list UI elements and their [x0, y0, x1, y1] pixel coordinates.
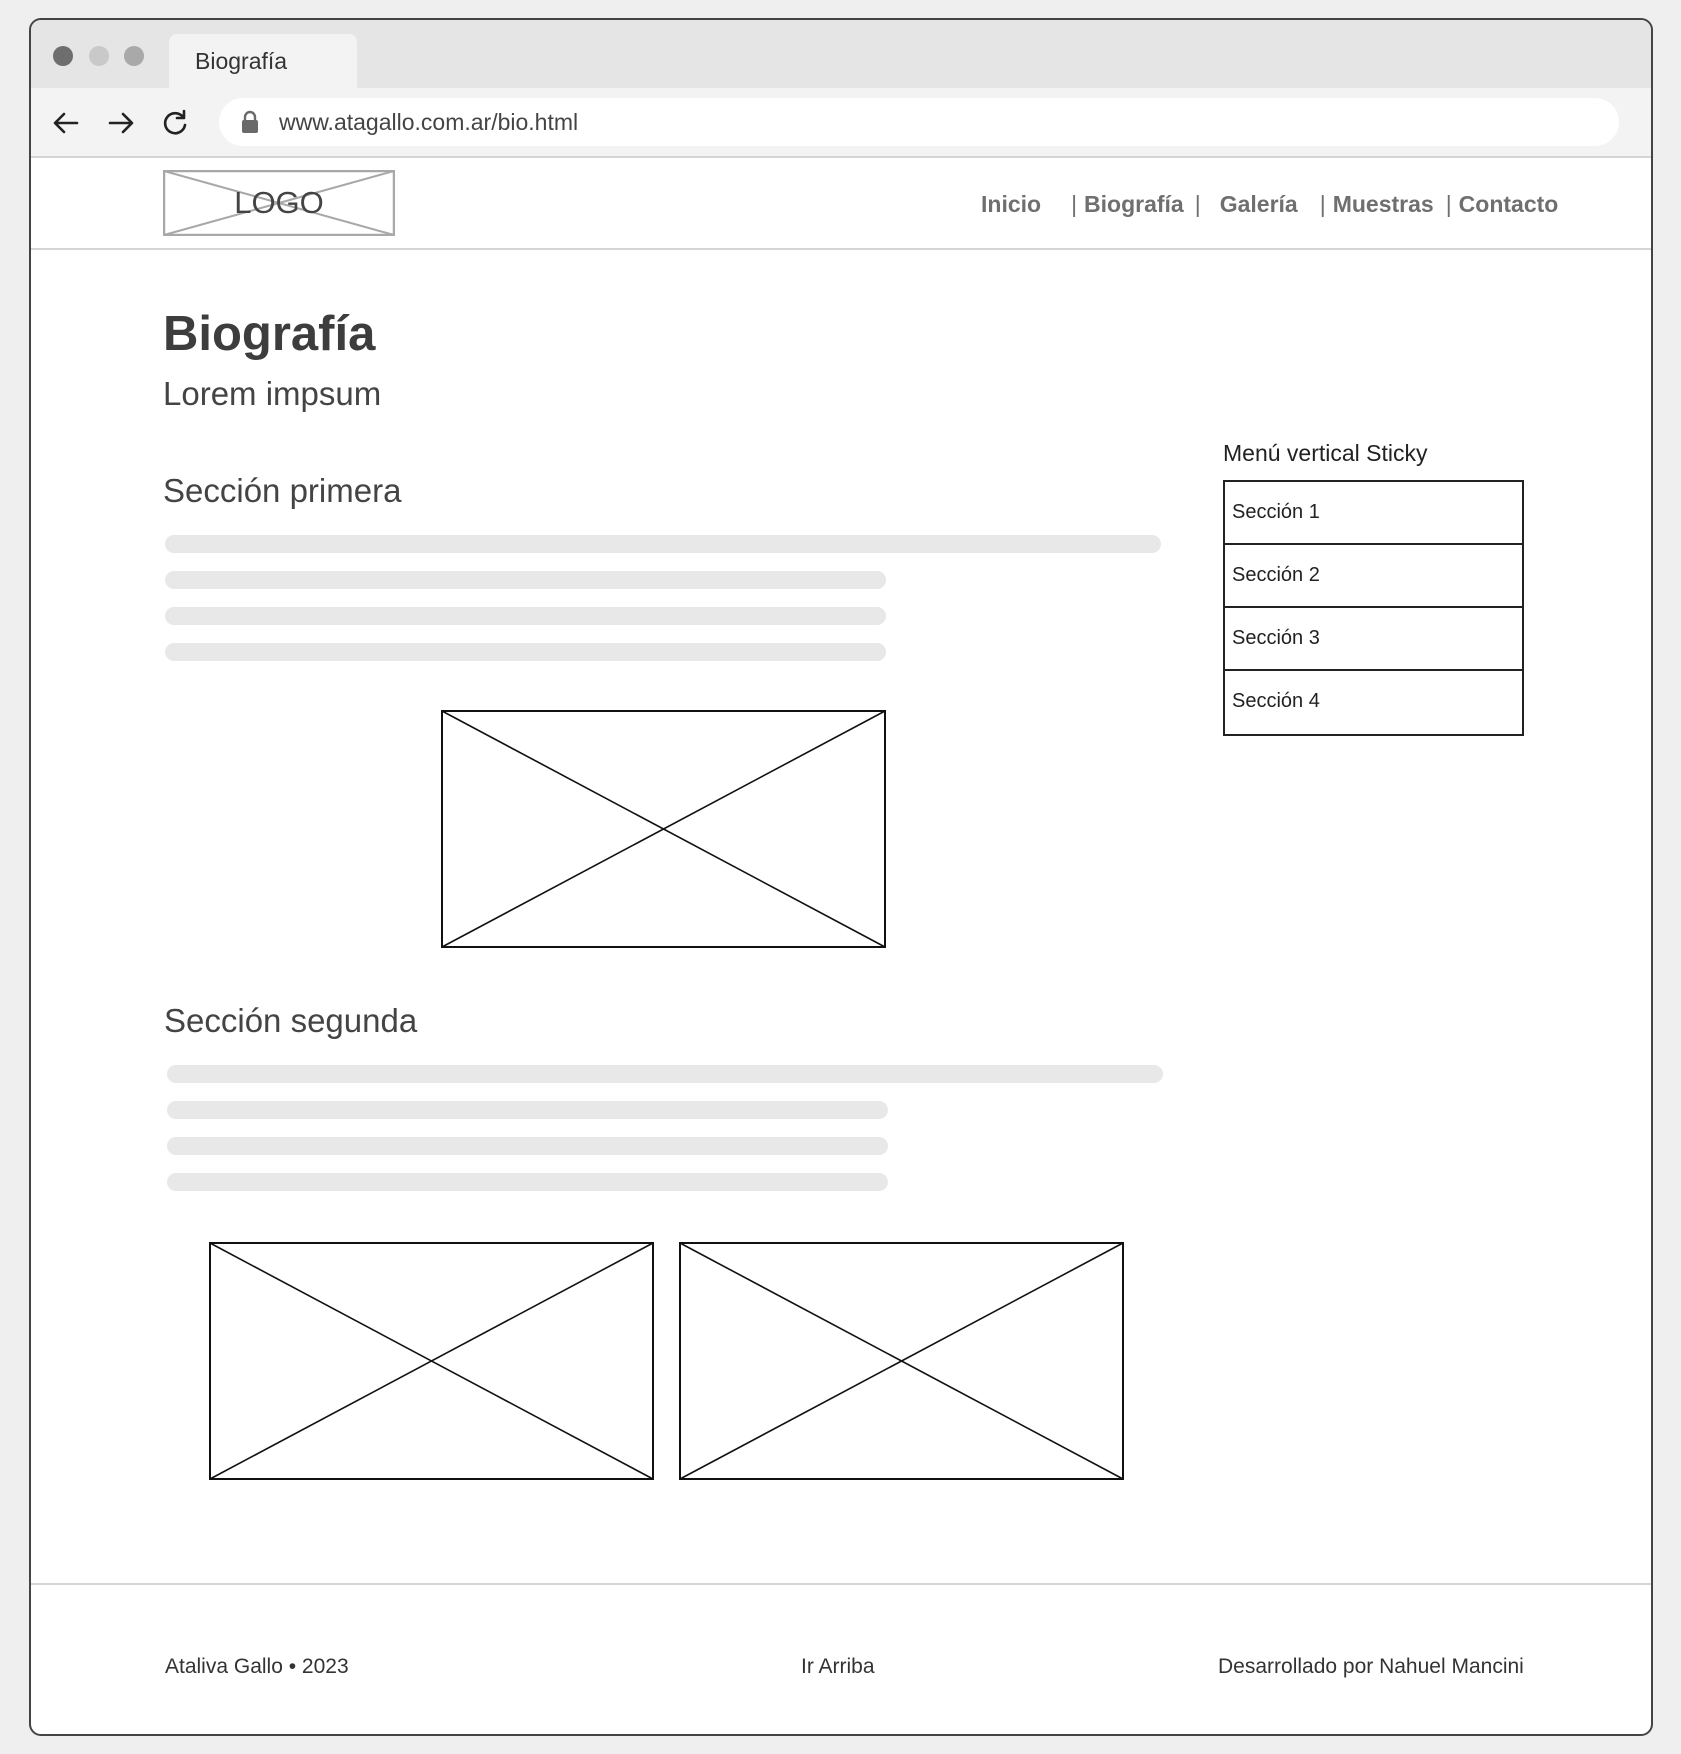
site-nav: Inicio | Biografía | Galería | Muestras … — [981, 184, 1558, 224]
image-placeholder — [441, 710, 886, 948]
browser-tab[interactable]: Biografía — [169, 34, 357, 88]
browser-window: Biografía www.atagallo.com.ar/bio.html L… — [29, 18, 1653, 1736]
page-subtitle: Lorem impsum — [163, 375, 382, 412]
section-heading-segunda: Sección segunda — [164, 1002, 418, 1039]
nav-link-biografia[interactable]: Biografía — [1084, 191, 1184, 218]
back-button[interactable] — [49, 106, 83, 140]
nav-link-inicio[interactable]: Inicio — [981, 191, 1041, 218]
tab-bar: Biografía — [31, 20, 1651, 88]
text-placeholder-line — [167, 1137, 888, 1155]
maximize-window-dot[interactable] — [124, 46, 144, 66]
back-to-top-link[interactable]: Ir Arriba — [801, 1655, 875, 1679]
sidebar-item-seccion-1[interactable]: Sección 1 — [1225, 482, 1522, 545]
image-placeholder-icon — [679, 1242, 1124, 1480]
nav-separator: | — [1071, 190, 1078, 217]
lock-icon — [239, 110, 261, 134]
close-window-dot[interactable] — [53, 46, 73, 66]
minimize-window-dot[interactable] — [89, 46, 109, 66]
sidebar-item-seccion-2[interactable]: Sección 2 — [1225, 545, 1522, 608]
sidebar-item-seccion-4[interactable]: Sección 4 — [1225, 671, 1522, 734]
nav-separator: | — [1445, 190, 1452, 217]
text-placeholder-line — [165, 571, 886, 589]
reload-button[interactable] — [158, 106, 192, 140]
nav-link-contacto[interactable]: Contacto — [1459, 191, 1559, 218]
text-placeholder-line — [167, 1065, 1163, 1083]
site-header: LOGO Inicio | Biografía | Galería | Mues… — [31, 158, 1651, 250]
forward-button[interactable] — [104, 106, 138, 140]
text-placeholder-line — [165, 535, 1161, 553]
footer-copyright: Ataliva Gallo • 2023 — [165, 1655, 349, 1678]
image-placeholder-icon — [209, 1242, 654, 1480]
image-placeholder — [209, 1242, 654, 1480]
nav-separator: | — [1319, 190, 1326, 217]
sticky-vertical-menu: Sección 1 Sección 2 Sección 3 Sección 4 — [1223, 480, 1524, 736]
arrow-left-icon — [53, 112, 79, 134]
reload-icon — [163, 109, 187, 135]
text-placeholder-line — [165, 643, 886, 661]
browser-toolbar: www.atagallo.com.ar/bio.html — [31, 88, 1651, 158]
image-placeholder-icon — [441, 710, 886, 948]
nav-link-galeria[interactable]: Galería — [1220, 191, 1298, 218]
text-placeholder-line — [167, 1173, 888, 1191]
nav-separator: | — [1194, 190, 1201, 217]
url-text: www.atagallo.com.ar/bio.html — [279, 109, 579, 135]
text-placeholder-line — [165, 607, 886, 625]
logo-label: LOGO — [234, 185, 324, 220]
logo[interactable]: LOGO — [163, 170, 395, 236]
sidebar-item-seccion-3[interactable]: Sección 3 — [1225, 608, 1522, 671]
site-footer: Ataliva Gallo • 2023 Ir Arriba Desarroll… — [31, 1583, 1651, 1734]
address-bar[interactable]: www.atagallo.com.ar/bio.html — [219, 98, 1619, 146]
footer-credits: Desarrollado por Nahuel Mancini — [1218, 1655, 1524, 1678]
section-heading-primera: Sección primera — [163, 472, 402, 509]
image-placeholder — [679, 1242, 1124, 1480]
text-placeholder-line — [167, 1101, 888, 1119]
nav-link-muestras[interactable]: Muestras — [1333, 191, 1434, 218]
browser-tab-title: Biografía — [195, 48, 288, 74]
arrow-right-icon — [108, 112, 134, 134]
sidebar-title: Menú vertical Sticky — [1223, 440, 1428, 466]
page-title: Biografía — [163, 307, 376, 361]
